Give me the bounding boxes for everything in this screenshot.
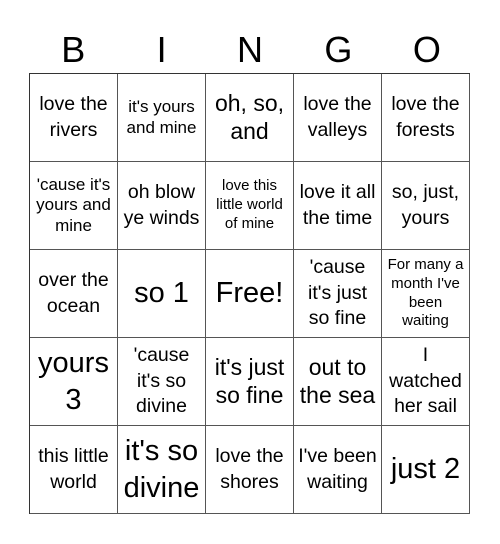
bingo-cell[interactable]: I've been waiting: [294, 426, 382, 514]
header-letter-i: I: [156, 29, 167, 70]
bingo-cell[interactable]: it's so divine: [118, 426, 206, 514]
bingo-cell[interactable]: 'cause it's just so fine: [294, 250, 382, 338]
bingo-cell[interactable]: oh, so, and: [206, 74, 294, 162]
bingo-cell[interactable]: I watched her sail: [382, 338, 470, 426]
bingo-cell[interactable]: so, just, yours: [382, 162, 470, 250]
bingo-cell-text: over the ocean: [38, 269, 109, 317]
bingo-cell-text: so 1: [134, 277, 189, 310]
header-letter-b: B: [61, 29, 86, 70]
bingo-cell-text: 'cause it's just so fine: [308, 256, 367, 330]
bingo-cell[interactable]: over the ocean: [30, 250, 118, 338]
header-letter-g: G: [324, 29, 353, 70]
bingo-cell-text: just 2: [390, 453, 461, 486]
bingo-cell[interactable]: 'cause it's yours and mine: [30, 162, 118, 250]
bingo-cell-text: For many a month I've been waiting: [387, 256, 464, 330]
bingo-cell-text: yours 3: [38, 347, 109, 416]
bingo-cell-text: it's so divine: [123, 435, 200, 504]
bingo-cell[interactable]: love the valleys: [294, 74, 382, 162]
bingo-cell-text: oh blow ye winds: [123, 181, 200, 229]
bingo-cell[interactable]: yours 3: [30, 338, 118, 426]
bingo-cell[interactable]: love the rivers: [30, 74, 118, 162]
bingo-header: B I N G O: [29, 28, 471, 72]
bingo-cell-text: this little world: [38, 445, 109, 493]
bingo-cell[interactable]: out to the sea: [294, 338, 382, 426]
bingo-cell-text: out to the sea: [299, 353, 376, 408]
bingo-cell[interactable]: just 2: [382, 426, 470, 514]
bingo-cell-text: love the forests: [391, 93, 460, 141]
bingo-cell-text: love the rivers: [39, 93, 108, 141]
bingo-cell[interactable]: 'cause it's so divine: [118, 338, 206, 426]
bingo-cell-text: it's yours and mine: [126, 97, 197, 137]
bingo-cell-text: 'cause it's yours and mine: [36, 174, 111, 235]
bingo-cell[interactable]: love this little world of mine: [206, 162, 294, 250]
bingo-cell[interactable]: it's yours and mine: [118, 74, 206, 162]
free-space-cell[interactable]: Free!: [206, 250, 294, 338]
bingo-cell-text: love it all the time: [299, 181, 376, 229]
bingo-cell-text: oh, so, and: [214, 89, 285, 144]
bingo-cell[interactable]: oh blow ye winds: [118, 162, 206, 250]
bingo-cell-text: I've been waiting: [298, 445, 377, 493]
bingo-cell-text: Free!: [215, 277, 284, 310]
header-letter-o: O: [412, 29, 441, 70]
bingo-cell[interactable]: love it all the time: [294, 162, 382, 250]
bingo-cell-text: it's just so fine: [214, 353, 285, 408]
bingo-card-grid: love the rivers it's yours and mine oh, so…: [29, 73, 470, 514]
bingo-cell-text: love this little world of mine: [216, 177, 283, 232]
bingo-cell-text: love the shores: [215, 445, 284, 493]
bingo-cell[interactable]: love the forests: [382, 74, 470, 162]
bingo-cell[interactable]: so 1: [118, 250, 206, 338]
bingo-cell[interactable]: love the shores: [206, 426, 294, 514]
bingo-cell-text: love the valleys: [303, 93, 372, 141]
header-letter-n: N: [237, 29, 264, 70]
bingo-cell-text: so, just, yours: [391, 181, 460, 229]
bingo-cell[interactable]: For many a month I've been waiting: [382, 250, 470, 338]
bingo-cell[interactable]: it's just so fine: [206, 338, 294, 426]
bingo-cell[interactable]: this little world: [30, 426, 118, 514]
bingo-cell-text: I watched her sail: [389, 344, 462, 418]
bingo-cell-text: 'cause it's so divine: [133, 344, 190, 418]
